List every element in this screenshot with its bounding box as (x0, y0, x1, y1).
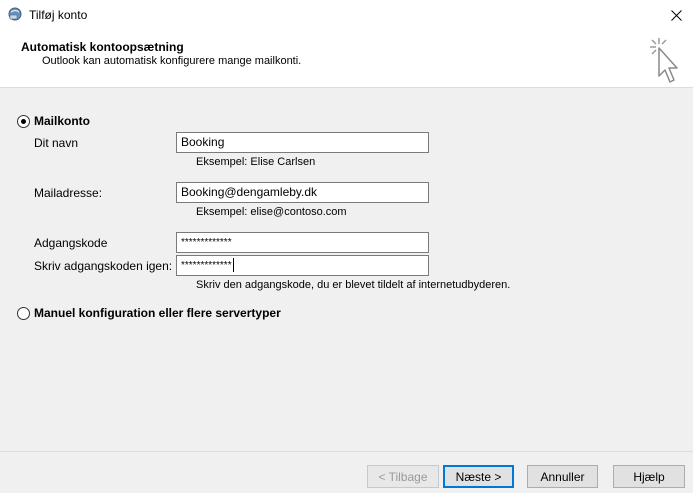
name-label: Dit navn (34, 136, 79, 150)
wizard-footer: < Tilbage Næste > Annuller Hjælp (0, 451, 693, 493)
password-label: Adgangskode (34, 236, 108, 250)
cancel-button[interactable]: Annuller (527, 465, 598, 488)
password-hint: Skriv den adgangskode, du er blevet tild… (196, 279, 511, 291)
title-bar: Tilføj konto (0, 0, 693, 30)
mail-account-radio-label: Mailkonto (34, 114, 90, 128)
email-hint: Eksempel: elise@contoso.com (196, 206, 347, 218)
manual-config-radio[interactable] (17, 306, 30, 320)
mail-account-option[interactable]: Mailkonto (17, 114, 90, 128)
password-again-label: Skriv adgangskoden igen: (34, 259, 173, 273)
close-icon (670, 9, 682, 21)
click-cursor-icon (650, 38, 678, 83)
next-button[interactable]: Næste > (443, 465, 514, 488)
text-caret (232, 258, 234, 273)
help-button[interactable]: Hjælp (613, 465, 685, 488)
wizard-content: Mailkonto Dit navn Booking Eksempel: Eli… (0, 89, 693, 451)
name-field[interactable]: Booking (176, 132, 429, 153)
close-button[interactable] (659, 0, 693, 30)
password-field[interactable]: ************* (176, 232, 429, 253)
wizard-header: Automatisk kontoopsætning Outlook kan au… (0, 30, 693, 88)
password-again-value: ************* (181, 260, 232, 271)
window-title: Tilføj konto (29, 8, 88, 22)
mail-account-radio[interactable] (17, 114, 30, 128)
password-again-field[interactable]: ************* (176, 255, 429, 276)
manual-config-radio-label: Manuel konfiguration eller flere servert… (34, 306, 281, 320)
header-subtitle: Outlook kan automatisk konfigurere mange… (42, 55, 302, 67)
name-hint: Eksempel: Elise Carlsen (196, 156, 316, 168)
email-field[interactable]: Booking@dengamleby.dk (176, 182, 429, 203)
manual-config-option[interactable]: Manuel konfiguration eller flere servert… (17, 306, 281, 320)
email-label: Mailadresse: (34, 186, 103, 200)
back-button[interactable]: < Tilbage (367, 465, 439, 488)
header-title: Automatisk kontoopsætning (21, 40, 184, 54)
outlook-app-icon (8, 7, 22, 21)
